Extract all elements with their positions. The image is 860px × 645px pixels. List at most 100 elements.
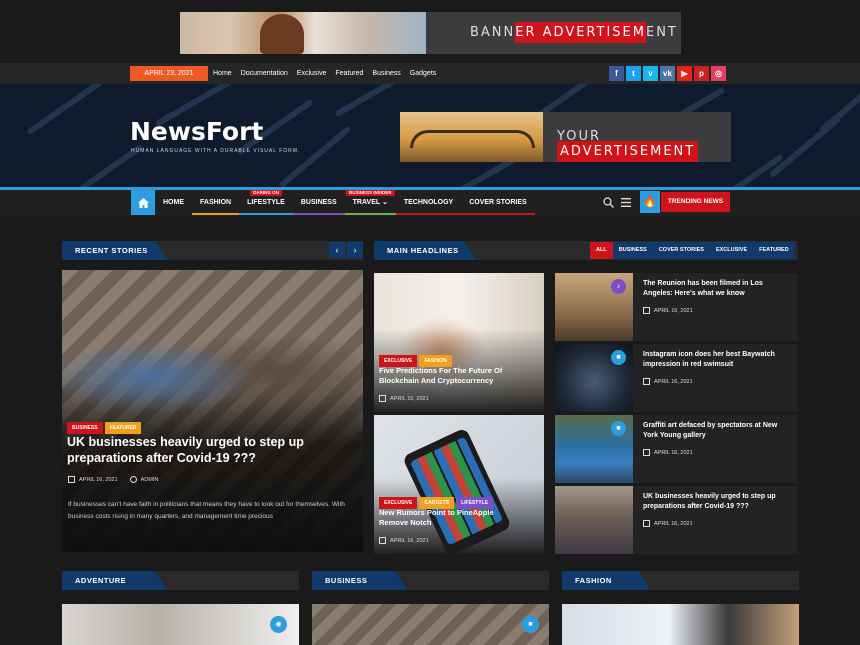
recent-story-meta: APRIL 16, 2021 ADMIN <box>68 476 158 483</box>
headline-card-meta: APRIL 16, 2021 <box>379 395 429 402</box>
top-link-gadgets[interactable]: Gadgets <box>410 66 436 81</box>
social-icons: f t v vk ▶ p ◎ <box>609 66 726 81</box>
business-card[interactable]: ■ <box>312 604 549 645</box>
site-logo[interactable]: NewsFort <box>130 117 263 146</box>
section-title-adventure: ADVENTURE <box>62 571 167 590</box>
top-link-featured[interactable]: Featured <box>335 66 363 81</box>
nav-item-label: TECHNOLOGY <box>403 199 454 206</box>
twitter-icon[interactable]: t <box>626 66 641 81</box>
calendar-icon <box>379 537 386 544</box>
nav-item-underline <box>395 213 462 215</box>
nav-item-label: TRAVEL ⌄ <box>352 199 388 206</box>
headline-card-badges: EXCLUSIVE FASHION <box>379 349 454 367</box>
calendar-icon <box>643 378 650 385</box>
nav-item-travel[interactable]: TRAVEL ⌄ BUSINESS INSIDER <box>344 190 396 215</box>
nav-item-label: FASHION <box>200 199 232 206</box>
user-icon <box>129 476 137 483</box>
nav-item-underline <box>292 213 345 215</box>
instagram-icon[interactable]: ◎ <box>711 66 726 81</box>
header-pattern <box>818 84 860 134</box>
nav-item-label: LIFESTYLE <box>247 199 285 206</box>
nav-item-technology[interactable]: TECHNOLOGY <box>395 190 462 215</box>
side-news-title[interactable]: Instagram icon does her best Baywatch im… <box>643 350 793 370</box>
side-news-item[interactable]: UK businesses heavily urged to step up p… <box>555 486 798 554</box>
side-news-title[interactable]: The Reunion has been filmed in Los Angel… <box>643 279 793 299</box>
prev-arrow-button[interactable]: ‹ <box>329 242 345 258</box>
top-link-exclusive[interactable]: Exclusive <box>297 66 327 81</box>
camera-icon: ◉ <box>270 616 287 633</box>
adventure-section-header: ADVENTURE <box>62 571 299 590</box>
vk-icon[interactable]: vk <box>660 66 675 81</box>
fashion-card[interactable] <box>562 604 799 645</box>
filter-cover-stories[interactable]: COVER STORIES <box>653 242 710 259</box>
header-ad-text: YOUR ADVERTISEMENT <box>557 129 731 162</box>
side-news-meta: APRIL 16, 2021 <box>643 307 693 314</box>
header-ad[interactable]: YOUR ADVERTISEMENT <box>400 112 731 162</box>
top-link-documentation[interactable]: Documentation <box>241 66 288 81</box>
calendar-icon <box>68 476 75 483</box>
nav-item-underline <box>239 213 293 215</box>
side-news-item[interactable]: ■ Graffiti art defaced by spectators at … <box>555 415 798 483</box>
side-news-title[interactable]: UK businesses heavily urged to step up p… <box>643 492 793 512</box>
nav-item-tag: BUSINESS INSIDER <box>345 190 395 196</box>
top-banner-ad[interactable]: BANNER ADVERTISEMENT <box>180 12 681 54</box>
home-icon <box>137 197 149 208</box>
side-news-meta: APRIL 16, 2021 <box>643 520 693 527</box>
nav-item-lifestyle[interactable]: LIFESTYLE DARING ON <box>239 190 293 215</box>
calendar-icon <box>379 395 386 402</box>
recent-story-title[interactable]: UK businesses heavily urged to step up p… <box>67 434 337 466</box>
nav-item-fashion[interactable]: FASHION <box>192 190 240 215</box>
adventure-card[interactable]: ◉ <box>62 604 299 645</box>
header-pattern <box>26 84 104 136</box>
side-news-meta: APRIL 16, 2021 <box>643 378 693 385</box>
facebook-icon[interactable]: f <box>609 66 624 81</box>
trending-news-button[interactable]: TRENDING NEWS <box>661 192 730 212</box>
nav-items: HOME FASHION LIFESTYLE DARING ON BUSINESS TRA… <box>155 190 535 215</box>
side-news-meta: APRIL 16, 2021 <box>643 449 693 456</box>
filter-featured[interactable]: FEATURED <box>753 242 795 259</box>
side-news-thumb <box>555 486 633 554</box>
header-pattern <box>278 125 352 188</box>
headline-card[interactable]: EXCLUSIVE FASHION Five Predictions For Th… <box>374 273 544 412</box>
headline-card-meta: APRIL 16, 2021 <box>379 537 429 544</box>
home-button[interactable] <box>131 190 155 215</box>
nav-item-cover-stories[interactable]: COVER STORIES <box>461 190 535 215</box>
section-title-business: BUSINESS <box>312 571 407 590</box>
pinterest-icon[interactable]: p <box>694 66 709 81</box>
side-news-item[interactable]: ♪ The Reunion has been filmed in Los Ang… <box>555 273 798 341</box>
filter-business[interactable]: BUSINESS <box>613 242 653 259</box>
headline-card-title[interactable]: New Rumors Point to PineApple Remove Not… <box>379 508 519 528</box>
banner-ad-text: BANNER ADVERTISEMENT <box>470 22 678 43</box>
next-arrow-button[interactable]: › <box>347 242 363 258</box>
search-icon[interactable] <box>603 197 614 208</box>
youtube-icon[interactable]: ▶ <box>677 66 692 81</box>
top-link-business[interactable]: Business <box>372 66 400 81</box>
side-news-title[interactable]: Graffiti art defaced by spectators at Ne… <box>643 421 793 441</box>
vimeo-icon[interactable]: v <box>643 66 658 81</box>
nav-item-business[interactable]: BUSINESS <box>292 190 345 215</box>
nav-item-label: HOME <box>163 199 184 206</box>
badge-featured[interactable]: FEATURED <box>104 422 142 434</box>
headline-filters: ALL BUSINESS COVER STORIES EXCLUSIVE FEA… <box>590 242 795 259</box>
header-ad-photo <box>400 112 543 162</box>
section-title-fashion: FASHION <box>562 571 650 590</box>
recent-story-excerpt: If businesses can't have faith in politi… <box>68 501 345 520</box>
side-news-item[interactable]: ■ Instagram icon does her best Baywatch … <box>555 344 798 412</box>
headline-card-title[interactable]: Five Predictions For The Future Of Block… <box>379 366 539 386</box>
menu-icon[interactable] <box>621 198 631 207</box>
recent-stories-title: RECENT STORIES <box>62 241 168 260</box>
nav-item-label: BUSINESS <box>300 199 337 206</box>
headline-card[interactable]: EXCLUSIVE GADGETS LIFESTYLE New Rumors Poi… <box>374 415 544 554</box>
filter-exclusive[interactable]: EXCLUSIVE <box>710 242 753 259</box>
site-tagline: HUMAN LANGUAGE WITH A DURABLE VISUAL FOR… <box>131 148 301 154</box>
recent-story-card[interactable]: BUSINESS FEATURED UK businesses heavily u… <box>62 270 363 552</box>
fire-icon: 🔥 <box>640 191 660 213</box>
date-badge: APRIL 23, 2021 <box>130 66 208 81</box>
business-section-header: BUSINESS <box>312 571 549 590</box>
nav-item-home[interactable]: HOME <box>155 190 192 215</box>
top-link-home[interactable]: Home <box>213 66 232 81</box>
headline-card-photo <box>374 273 544 412</box>
video-icon: ■ <box>611 350 626 365</box>
filter-all[interactable]: ALL <box>590 242 613 259</box>
badge-business[interactable]: BUSINESS <box>67 422 103 434</box>
